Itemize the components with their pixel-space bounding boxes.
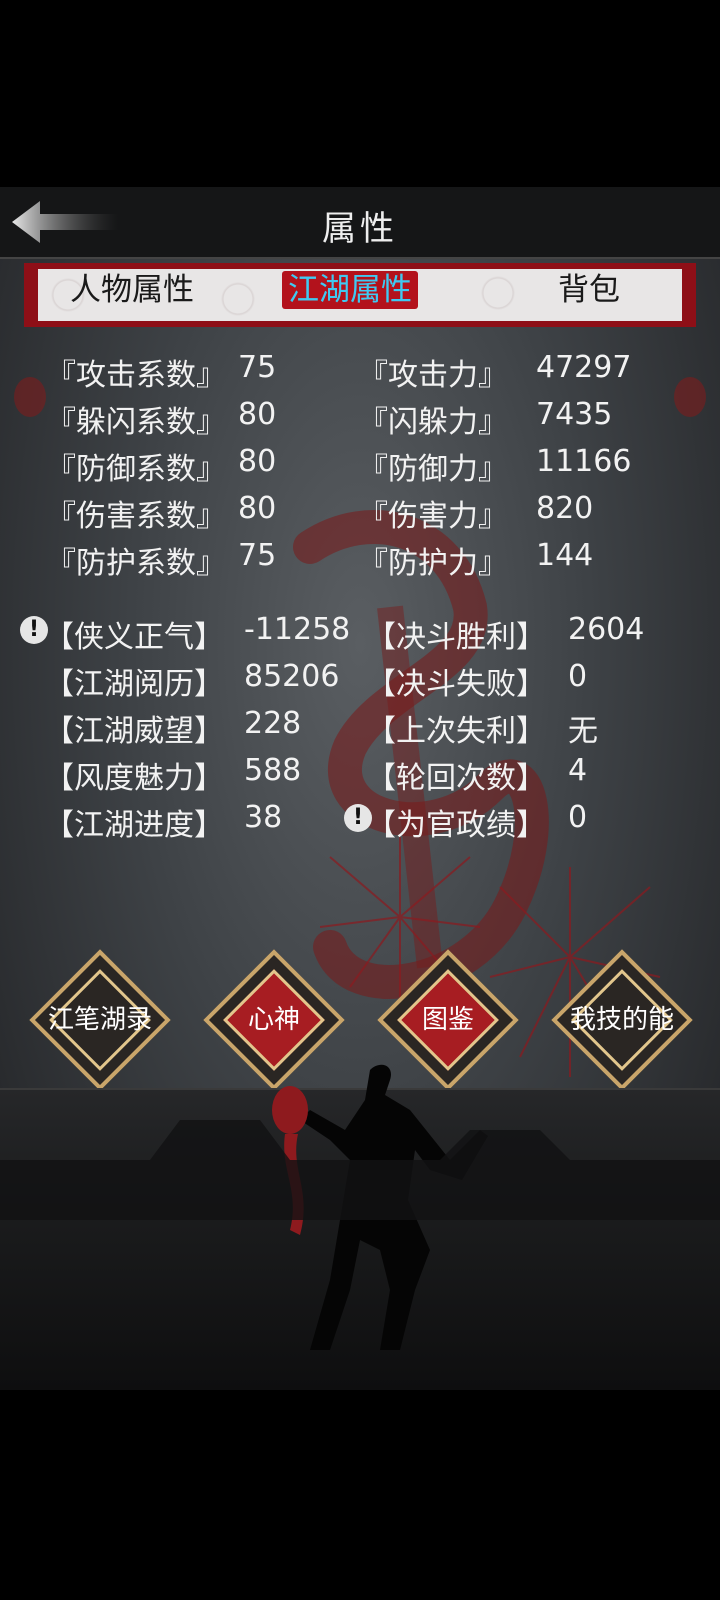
stat-value: 820 (536, 491, 594, 526)
tab-bar: 人物属性 江湖属性 背包 (24, 263, 696, 327)
stat-label: 【江湖进度】 (44, 808, 224, 843)
stat-value: -11258 (244, 612, 351, 647)
page-title: 属性 (322, 209, 398, 249)
rooftop-silhouette (0, 1120, 720, 1220)
stat-value: 75 (238, 350, 277, 385)
stat-value: 4 (568, 753, 588, 788)
stat-value: 228 (244, 706, 302, 741)
stat-value: 75 (238, 538, 277, 573)
stat-label: 【江湖威望】 (44, 714, 224, 749)
stat-label: 【上次失利】 (366, 714, 546, 749)
stat-label: 『伤害力』 (358, 499, 508, 534)
title-bar: 属性 (0, 187, 720, 259)
stat-value: 38 (244, 800, 283, 835)
stat-label: 『伤害系数』 (46, 499, 226, 534)
stat-label: 【轮回次数】 (366, 761, 546, 796)
stat-value: 80 (238, 491, 277, 526)
stat-label: 【决斗失败】 (366, 667, 546, 702)
stat-label: 『攻击系数』 (46, 358, 226, 393)
tab-jianghu-attributes[interactable]: 江湖属性 (282, 271, 418, 309)
tab-backpack[interactable]: 背包 (552, 271, 626, 309)
stat-label: 『防护系数』 (46, 546, 226, 581)
stat-label: 『攻击力』 (358, 358, 508, 393)
stat-label: 『躲闪系数』 (46, 405, 226, 440)
stat-label: 【风度魅力】 (44, 761, 224, 796)
stat-label: 【为官政绩】 (366, 808, 546, 843)
stat-value: 144 (536, 538, 594, 573)
stat-value: 0 (568, 659, 588, 694)
stat-label: 『防御力』 (358, 452, 508, 487)
stat-label: 【江湖阅历】 (44, 667, 224, 702)
stat-value: 588 (244, 753, 302, 788)
stat-value: 0 (568, 800, 588, 835)
stat-value: 47297 (536, 350, 632, 385)
ground-scene (0, 1064, 720, 1390)
stat-value: 无 (568, 714, 598, 749)
stat-value: 2604 (568, 612, 645, 647)
stat-label: 【决斗胜利】 (366, 620, 546, 655)
stat-label: 『防御系数』 (46, 452, 226, 487)
stat-value: 85206 (244, 659, 340, 694)
tab-character-attributes[interactable]: 人物属性 (64, 271, 200, 309)
stat-value: 7435 (536, 397, 613, 432)
stat-label: 『防护力』 (358, 546, 508, 581)
stat-value: 11166 (536, 444, 632, 479)
stat-value: 80 (238, 444, 277, 479)
stat-label: 【侠义正气】 (44, 620, 224, 655)
stat-value: 80 (238, 397, 277, 432)
stat-label: 『闪躲力』 (358, 405, 508, 440)
